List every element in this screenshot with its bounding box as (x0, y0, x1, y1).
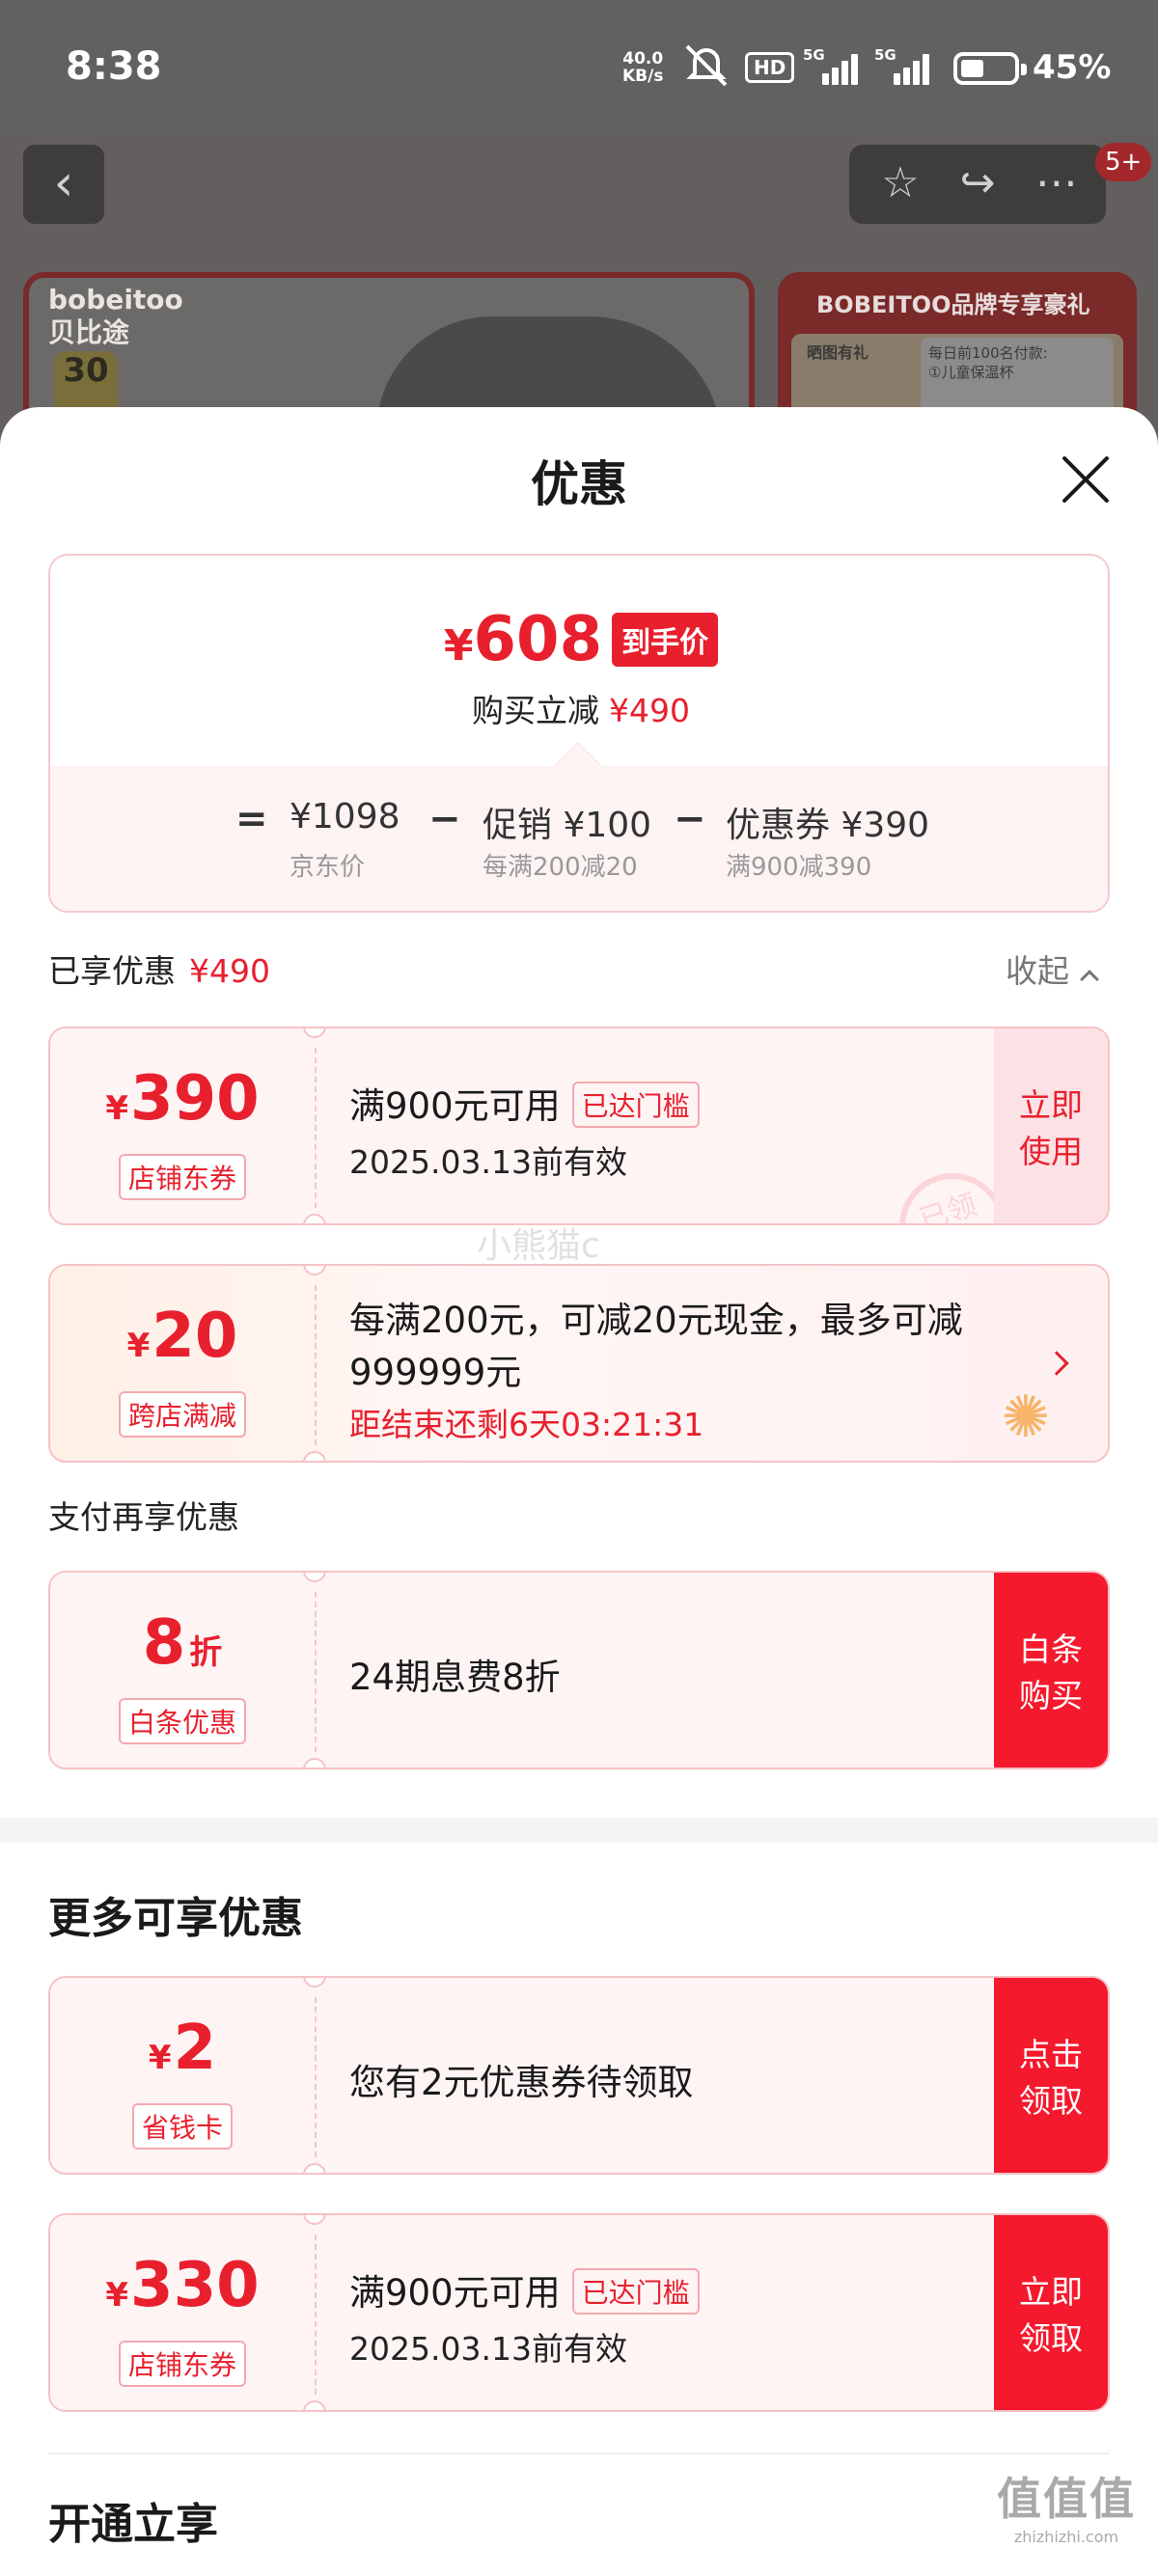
chevron-up-icon (1080, 970, 1099, 989)
discount-value: ¥20 (126, 1301, 238, 1372)
back-button[interactable]: ‹ (23, 145, 104, 224)
discount-type-badge: 跨店满减 (118, 1391, 246, 1438)
notification-badge: 5+ (1095, 143, 1152, 181)
more-icon[interactable]: ⋯ (1023, 154, 1090, 212)
signal-icon-2: 5G (874, 46, 936, 85)
coupon-type-badge: 店铺东券 (118, 1154, 246, 1200)
coupon-pending-desc: 您有2元优惠券待领取 (349, 2062, 694, 2103)
coupon-value: ¥2 (148, 2013, 217, 2084)
savings-card-badge: 省钱卡 (131, 2103, 233, 2150)
use-now-button[interactable]: 立即 使用 (994, 1028, 1108, 1223)
battery-icon (953, 52, 1027, 85)
claim-now-button[interactable]: 立即 领取 (994, 2215, 1108, 2410)
cross-store-discount-card[interactable]: ¥20 跨店满减 每满200元，可减20元现金，最多可减 999999元 距结束还… (48, 1264, 1110, 1463)
baitiao-badge: 白条优惠 (118, 1698, 246, 1744)
signal-icon-1: 5G (803, 46, 865, 85)
coupon-condition: 满900元可用 已达门槛 (349, 1077, 700, 1132)
price-formula: = ¥1098 京东价 − 促销 ¥100 每满200减20 − 优惠券 ¥39… (235, 797, 930, 882)
discount-rate: 8折 (142, 1607, 223, 1679)
baitiao-buy-button[interactable]: 白条 购买 (994, 1573, 1108, 1768)
close-icon[interactable] (1060, 453, 1112, 506)
section-separator (0, 1818, 1158, 1843)
hd-voice-icon: HD (745, 52, 795, 83)
store-coupon-card[interactable]: ¥390 店铺东券 满900元可用 已达门槛 2025.03.13前有效 已领 立… (48, 1027, 1110, 1225)
promotion-amount: 促销 ¥100 (482, 806, 652, 845)
final-price: ¥608 (443, 604, 603, 675)
threshold-met-badge: 已达门槛 (571, 1081, 700, 1128)
installment-fee-desc: 24期息费8折 (349, 1657, 561, 1698)
coupon-validity: 2025.03.13前有效 (349, 2330, 627, 2368)
sparkle-decoration: ✺ (1001, 1384, 1050, 1451)
site-watermark: 值值值 zhizhizhi.com (997, 2473, 1136, 2546)
battery-percent: 45% (1033, 48, 1112, 87)
baitiao-discount-card[interactable]: 8折 白条优惠 24期息费8折 白条 购买 (48, 1571, 1110, 1769)
total-reduction: 购买立减 ¥490 (472, 692, 690, 729)
discount-sheet: 优惠 ¥608 到手价 购买立减 ¥490 = ¥1098 京东价 − 促销 ¥10… (0, 407, 1158, 2576)
open-membership-title: 开通立享 (48, 2500, 218, 2549)
countdown-timer: 距结束还剩6天03:21:31 (349, 1406, 704, 1443)
coupon-value: ¥390 (105, 1063, 260, 1135)
favorite-star-icon[interactable]: ☆ (867, 154, 934, 212)
mute-icon (685, 44, 728, 87)
share-icon[interactable]: ↪ (944, 154, 1011, 212)
coupon-value: ¥330 (105, 2250, 260, 2321)
savings-card-coupon[interactable]: ¥2 省钱卡 您有2元优惠券待领取 点击 领取 (48, 1976, 1110, 2175)
claim-button[interactable]: 点击 领取 (994, 1978, 1108, 2173)
status-bar: 8:38 40.0 KB/s HD 5G 5G 45% (0, 0, 1158, 135)
coupon-type-badge: 店铺东券 (118, 2341, 246, 2387)
sheet-title: 优惠 (531, 456, 627, 512)
pay-discount-label: 支付再享优惠 (48, 1498, 239, 1536)
final-price-tag: 到手价 (612, 613, 719, 667)
store-coupon-card-2[interactable]: ¥330 店铺东券 满900元可用 已达门槛 2025.03.13前有效 立即 领取 (48, 2213, 1110, 2412)
enjoyed-discount-label: 已享优惠 ¥490 (48, 952, 270, 990)
divider (48, 2453, 1110, 2454)
collapse-button[interactable]: 收起 (1006, 945, 1099, 992)
list-price: ¥1098 (290, 797, 400, 836)
status-time: 8:38 (66, 44, 162, 89)
network-speed: 40.0 KB/s (622, 49, 664, 86)
price-summary-card: ¥608 到手价 购买立减 ¥490 = ¥1098 京东价 − 促销 ¥100 每… (48, 554, 1110, 913)
brand-logo: bobeitoo 贝比途 (48, 284, 183, 348)
coupon-validity: 2025.03.13前有效 (349, 1143, 627, 1181)
coupon-condition: 满900元可用 已达门槛 (349, 2263, 700, 2318)
coupon-amount: 优惠券 ¥390 (726, 806, 930, 845)
chevron-right-icon[interactable] (1044, 1351, 1069, 1376)
discount-rule: 每满200元，可减20元现金，最多可减 999999元 (349, 1300, 963, 1393)
more-discounts-title: 更多可享优惠 (48, 1894, 303, 1943)
header-actions: ☆ ↪ ⋯ (849, 145, 1106, 224)
watermark: 小熊猫c (477, 1226, 600, 1266)
threshold-met-badge: 已达门槛 (571, 2267, 700, 2315)
